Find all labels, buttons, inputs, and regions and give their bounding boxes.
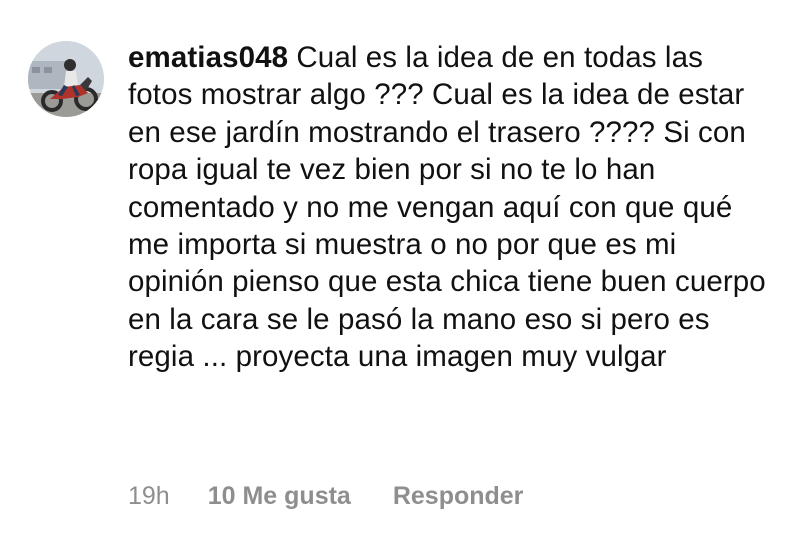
- timestamp: 19h: [128, 481, 170, 510]
- comment-text-block: ematias048 Cual es la idea de en todas l…: [128, 39, 768, 376]
- avatar[interactable]: [28, 41, 104, 117]
- likes-count-button[interactable]: 10 Me gusta: [208, 482, 351, 511]
- comment-actions: 19h 10 Me gusta Responder: [128, 480, 523, 512]
- comment: ematias048 Cual es la idea de en todas l…: [0, 0, 800, 539]
- reply-button[interactable]: Responder: [393, 482, 524, 511]
- comment-text: Cual es la idea de en todas las fotos mo…: [128, 41, 766, 374]
- username[interactable]: ematias048: [128, 41, 288, 74]
- profile-photo-motorcycle-icon: [28, 41, 104, 117]
- comment-body: ematias048 Cual es la idea de en todas l…: [128, 39, 768, 376]
